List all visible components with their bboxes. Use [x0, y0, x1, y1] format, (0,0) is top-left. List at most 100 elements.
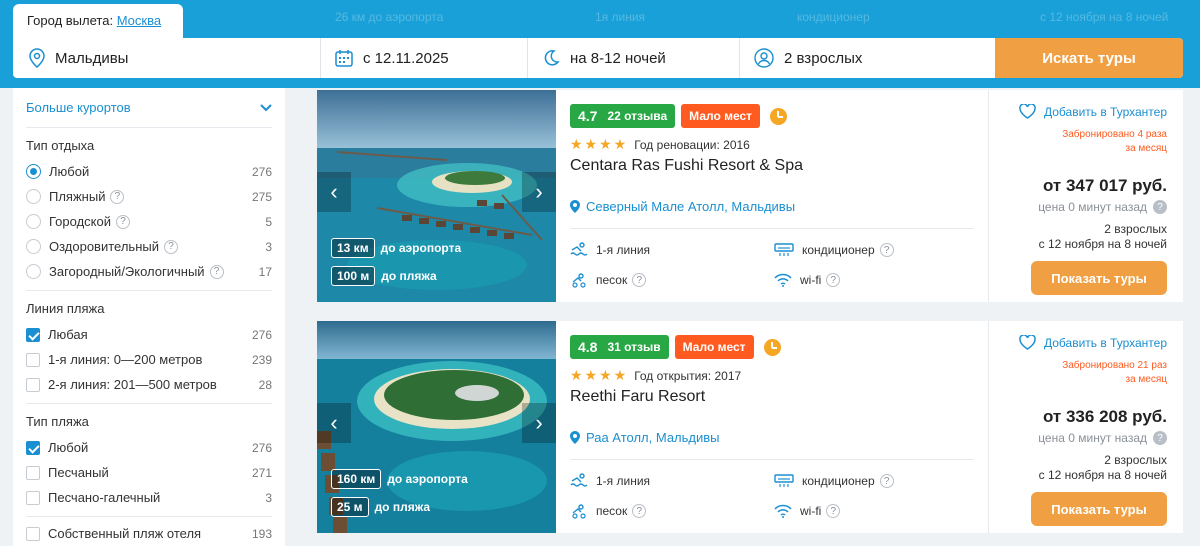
beach-m: 100 м — [331, 266, 376, 286]
amenity-ac: кондиционер? — [774, 239, 974, 261]
filter-option[interactable]: Городской? 5 — [26, 209, 272, 234]
help-icon[interactable]: ? — [163, 239, 178, 254]
checkbox[interactable] — [26, 377, 40, 392]
help-icon[interactable]: ? — [110, 189, 125, 204]
photo-prev-arrow[interactable]: ‹ — [317, 403, 351, 443]
destination-field[interactable]: Мальдивы — [13, 38, 321, 78]
ghost-text: 1я линия — [595, 10, 646, 24]
price-age-text: цена 0 минут назад — [1038, 200, 1147, 214]
hotel-photo[interactable]: ‹ › 160 км до аэропорта 25 м до пляжа — [317, 321, 556, 533]
filter-option[interactable]: Песчаный 271 — [26, 460, 272, 485]
help-icon[interactable]: ? — [116, 214, 130, 229]
filter-option[interactable]: Любой 276 — [26, 435, 272, 460]
add-to-tourhunter-button[interactable]: Добавить в Турхантер — [1003, 335, 1167, 350]
help-icon[interactable]: ? — [209, 264, 224, 279]
departure-city-tab: Город вылета: Москва — [13, 4, 183, 38]
sand-beach-icon — [572, 273, 586, 288]
filter-option[interactable]: Песчано-галечный 3 — [26, 485, 272, 510]
hotel-location[interactable]: Раа Атолл, Мальдивы — [570, 430, 974, 445]
price-age: цена 0 минут назад? — [1003, 200, 1167, 214]
heart-icon — [1019, 335, 1036, 350]
nights-field[interactable]: на 8-12 ночей — [528, 38, 740, 78]
help-icon[interactable]: ? — [879, 474, 894, 488]
help-icon[interactable]: ? — [826, 273, 841, 287]
option-label: Любая — [48, 327, 88, 342]
radio-button[interactable] — [26, 239, 41, 254]
filter-option[interactable]: Загородный/Экологичный? 17 — [26, 259, 272, 284]
filter-option[interactable]: Пляжный? 275 — [26, 184, 272, 209]
location-pin-icon — [570, 200, 580, 213]
amenity-beach-line: 1-я линия — [570, 470, 774, 492]
filter-option[interactable]: Собственный пляж отеля 193 — [26, 521, 272, 546]
help-icon[interactable]: ? — [632, 504, 647, 518]
show-tours-button[interactable]: Показать туры — [1031, 261, 1167, 295]
hotel-badges: 4.7 22 отзыва Мало мест — [570, 104, 974, 128]
hotel-location[interactable]: Северный Мале Атолл, Мальдивы — [570, 199, 974, 214]
radio-button[interactable] — [26, 189, 41, 204]
date-field[interactable]: с 12.11.2025 — [321, 38, 528, 78]
filter-option[interactable]: Любая 276 — [26, 322, 272, 347]
tour-guests: 2 взрослых — [1104, 222, 1167, 236]
hotel-name[interactable]: Centara Ras Fushi Resort & Spa — [570, 157, 974, 175]
radio-button[interactable] — [26, 164, 41, 179]
hotel-card: ‹ › 160 км до аэропорта 25 м до пляжа 4.8 3… — [317, 321, 1183, 533]
checkbox[interactable] — [26, 327, 40, 342]
filter-option[interactable]: Оздоровительный? 3 — [26, 234, 272, 259]
few-places-badge: Мало мест — [674, 335, 754, 359]
departure-city-link[interactable]: Москва — [117, 13, 161, 28]
filter-option[interactable]: 2-я линия: 201—500 метров 28 — [26, 372, 272, 397]
option-label: 1-я линия: 0—200 метров — [48, 352, 203, 367]
help-icon[interactable]: ? — [879, 243, 894, 257]
hotel-pricing: Добавить в Турхантер Забронировано 21 ра… — [988, 321, 1183, 533]
search-tours-button[interactable]: Искать туры — [995, 38, 1183, 78]
hotel-card: ‹ › 13 км до аэропорта 100 м до пляжа 4.7 2… — [317, 90, 1183, 302]
rating-score: 4.7 — [578, 108, 598, 124]
hotel-name[interactable]: Reethi Faru Resort — [570, 388, 974, 406]
photo-next-arrow[interactable]: › — [522, 403, 556, 443]
guests-field[interactable]: 2 взрослых — [740, 38, 995, 78]
filter-option[interactable]: 1-я линия: 0—200 метров 239 — [26, 347, 272, 372]
air-conditioner-icon — [774, 243, 794, 256]
help-icon[interactable]: ? — [826, 504, 841, 518]
hotel-info: 4.7 22 отзыва Мало мест ★★★★ Год реновации… — [556, 90, 988, 302]
filter-option[interactable]: Любой 276 — [26, 159, 272, 184]
beach-distance: 100 м до пляжа — [331, 266, 437, 286]
search-band: 26 км до аэропорта 1я линия кондиционер … — [0, 0, 1200, 88]
destination-value: Мальдивы — [55, 49, 129, 67]
location-text: Раа Атолл, Мальдивы — [586, 430, 720, 445]
star-rating-icon: ★★★★ — [570, 136, 629, 152]
wifi-icon — [774, 504, 792, 518]
tour-guests: 2 взрослых — [1104, 453, 1167, 467]
help-icon[interactable]: ? — [1153, 431, 1167, 445]
hotel-photo[interactable]: ‹ › 13 км до аэропорта 100 м до пляжа — [317, 90, 556, 302]
airport-distance: 13 км до аэропорта — [331, 238, 461, 258]
option-label: Пляжный — [49, 189, 106, 204]
fav-label: Добавить в Турхантер — [1043, 104, 1167, 119]
airport-km: 13 км — [331, 238, 375, 258]
location-text: Северный Мале Атолл, Мальдивы — [586, 199, 796, 214]
checkbox[interactable] — [26, 465, 40, 480]
checkbox[interactable] — [26, 490, 40, 505]
rating-badge[interactable]: 4.8 31 отзыв — [570, 335, 669, 359]
wifi-icon — [774, 273, 792, 287]
rating-badge[interactable]: 4.7 22 отзыва — [570, 104, 676, 128]
help-icon[interactable]: ? — [1153, 200, 1167, 214]
checkbox[interactable] — [26, 352, 40, 367]
few-places-badge: Мало мест — [681, 104, 761, 128]
amenity-wifi: wi-fi? — [774, 269, 974, 291]
add-to-tourhunter-button[interactable]: Добавить в Турхантер — [1003, 104, 1167, 119]
airport-label: до аэропорта — [380, 241, 462, 255]
checkbox[interactable] — [26, 526, 40, 541]
photo-prev-arrow[interactable]: ‹ — [317, 172, 351, 212]
show-tours-button[interactable]: Показать туры — [1031, 492, 1167, 526]
radio-button[interactable] — [26, 214, 41, 229]
chevron-down-icon — [260, 103, 272, 111]
checkbox[interactable] — [26, 440, 40, 455]
amenity-beach-line: 1-я линия — [570, 239, 774, 261]
photo-next-arrow[interactable]: › — [522, 172, 556, 212]
more-resorts-toggle[interactable]: Больше курортов — [26, 88, 272, 128]
radio-button[interactable] — [26, 264, 41, 279]
clock-icon — [763, 338, 781, 356]
help-icon[interactable]: ? — [632, 273, 647, 287]
option-label: Оздоровительный — [49, 239, 159, 254]
